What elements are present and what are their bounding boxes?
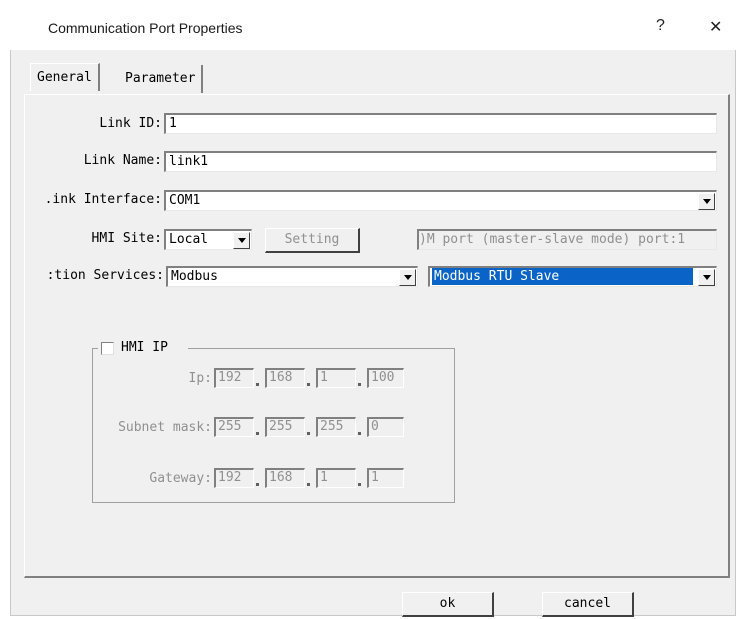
ip-octet-1[interactable]: 192	[214, 368, 254, 388]
octet-separator	[256, 483, 259, 486]
gateway-octet-4[interactable]: 1	[367, 468, 404, 488]
mode-value: Modbus RTU Slave	[432, 268, 693, 285]
hmi-site-select[interactable]: Local	[164, 229, 252, 250]
subnet-octet-3[interactable]: 255	[316, 417, 356, 437]
port-info-field: )M port (master-slave mode) port:1	[417, 229, 717, 250]
link-interface-label: .ink Interface:	[44, 192, 162, 207]
mode-select[interactable]: Modbus RTU Slave	[428, 266, 717, 287]
chevron-down-icon[interactable]	[698, 269, 715, 286]
octet-separator	[307, 483, 310, 486]
gateway-octet-2[interactable]: 168	[265, 468, 305, 488]
subnet-octet-1[interactable]: 255	[214, 417, 254, 437]
protocol-value: Modbus	[171, 269, 218, 284]
octet-separator	[358, 483, 361, 486]
services-label: :tion Services:	[46, 268, 164, 283]
link-name-input[interactable]: link1	[164, 151, 717, 172]
tab-general[interactable]: General	[30, 63, 100, 91]
hmi-site-label: HMI Site:	[91, 231, 162, 246]
link-interface-select[interactable]: COM1	[164, 190, 717, 211]
close-button[interactable]: ✕	[709, 17, 722, 37]
subnet-mask-label: Subnet mask:	[118, 420, 212, 435]
link-id-label: Link ID:	[99, 116, 162, 131]
link-id-input[interactable]: 1	[164, 113, 717, 134]
ip-octet-3[interactable]: 1	[316, 368, 356, 388]
ip-octet-2[interactable]: 168	[265, 368, 305, 388]
gateway-octet-1[interactable]: 192	[214, 468, 254, 488]
ip-label: Ip:	[188, 371, 212, 386]
gateway-octet-3[interactable]: 1	[316, 468, 356, 488]
hmi-ip-checkbox[interactable]	[101, 342, 114, 355]
subnet-octet-2[interactable]: 255	[265, 417, 305, 437]
chevron-down-icon[interactable]	[698, 193, 715, 210]
octet-separator	[307, 383, 310, 386]
hmi-ip-checkbox-label: HMI IP	[121, 340, 168, 355]
octet-separator	[256, 383, 259, 386]
tab-parameter[interactable]: Parameter	[119, 65, 204, 93]
octet-separator	[307, 432, 310, 435]
setting-button[interactable]: Setting	[265, 228, 360, 253]
help-button[interactable]: ?	[656, 17, 665, 35]
link-name-label: Link Name:	[83, 153, 162, 168]
window-title: Communication Port Properties	[48, 20, 243, 36]
subnet-octet-4[interactable]: 0	[367, 417, 404, 437]
protocol-select[interactable]: Modbus	[166, 266, 418, 287]
gateway-label: Gateway:	[149, 471, 212, 486]
chevron-down-icon[interactable]	[399, 269, 416, 286]
ok-button[interactable]: ok	[402, 592, 494, 617]
cancel-button[interactable]: cancel	[542, 592, 634, 617]
octet-separator	[256, 432, 259, 435]
link-interface-value: COM1	[169, 193, 201, 208]
hmi-site-value: Local	[169, 232, 209, 247]
octet-separator	[358, 383, 361, 386]
chevron-down-icon[interactable]	[233, 232, 250, 249]
octet-separator	[358, 432, 361, 435]
ip-octet-4[interactable]: 100	[367, 368, 404, 388]
